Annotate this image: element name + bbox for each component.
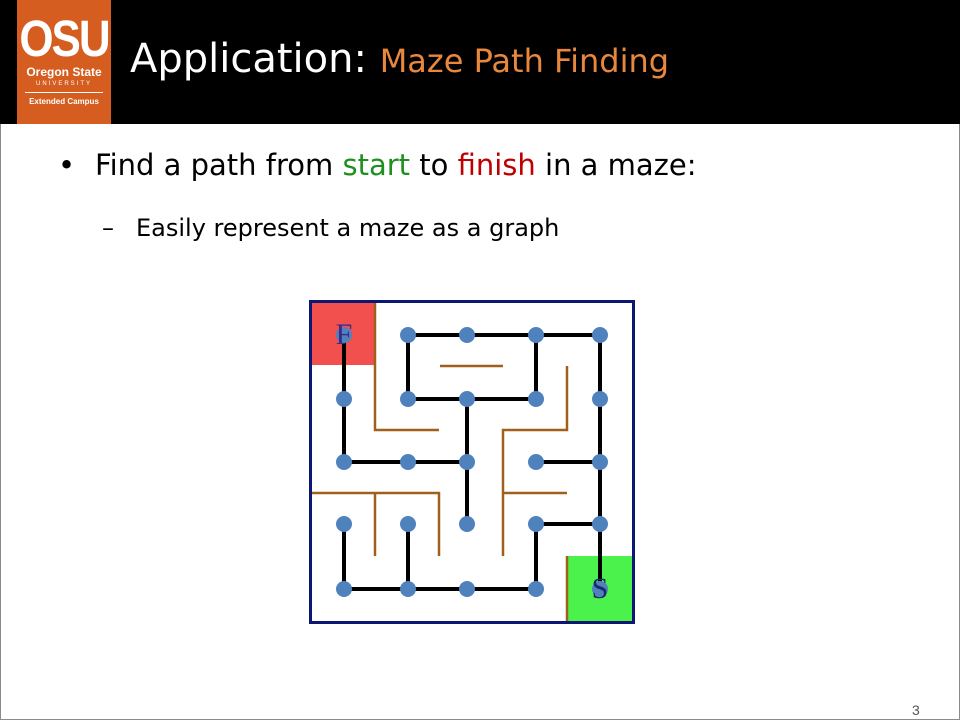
maze-graph-diagram: F S [309,300,635,624]
graph-node [400,454,416,470]
graph-node [336,581,352,597]
graph-node [528,454,544,470]
graph-node [459,391,475,407]
graph-node [459,454,475,470]
graph-node [336,454,352,470]
bullet-marker: • [58,148,76,182]
graph-node [528,581,544,597]
logo-divider [25,92,103,93]
bullet-prefix: Find a path from [95,148,343,182]
graph-node [528,327,544,343]
graph-node [400,327,416,343]
graph-node [592,516,608,532]
slide-title: Application: Maze Path Finding [130,36,669,86]
graph-node [528,516,544,532]
finish-label: F [336,318,353,351]
bullet-text: Find a path from start to finish in a ma… [95,148,697,182]
graph-node [400,581,416,597]
graph-node [400,516,416,532]
graph-node [336,516,352,532]
slide-title-sub: Maze Path Finding [379,42,670,80]
bullet-suffix: in a maze: [535,148,697,182]
bullet-middle: to [410,148,458,182]
graph-node [459,516,475,532]
graph-node [592,327,608,343]
logo-oregon-state-text: Oregon State [26,65,102,79]
graph-node [400,391,416,407]
graph-node [459,581,475,597]
page-number: 3 [912,702,920,718]
logo-university-text: UNIVERSITY [35,81,92,87]
graph-node [459,327,475,343]
graph-node [592,391,608,407]
graph-node [528,391,544,407]
bullet-start-word: start [342,148,411,182]
slide-title-main: Application: [130,36,380,82]
logo-osu-text: OSU [19,11,110,68]
title-bar: OSU Oregon State UNIVERSITY Extended Cam… [0,0,960,124]
sub-bullet-text: Easily represent a maze as a graph [136,214,560,242]
osu-logo: OSU Oregon State UNIVERSITY Extended Cam… [17,0,111,124]
sub-bullet-marker: – [102,214,114,242]
graph-node [336,391,352,407]
start-label: S [592,572,609,605]
logo-extended-campus-text: Extended Campus [29,97,99,106]
bullet-finish-word: finish [457,148,536,182]
graph-node [592,454,608,470]
